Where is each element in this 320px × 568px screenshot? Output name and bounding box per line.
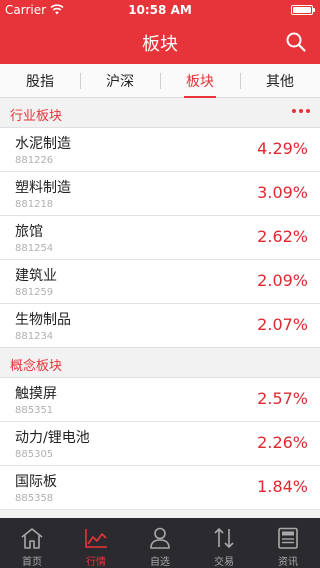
tab-bar-watchlist[interactable]: 自选 [128,518,192,568]
list-item[interactable]: 塑料制造 881218 3.09% [0,172,320,216]
page-title: 板块 [142,34,178,55]
tab-bar-market[interactable]: 行情 [64,518,128,568]
sector-name: 国际板 [15,474,57,490]
sector-name: 触摸屏 [15,386,57,402]
tab-bar-label: 行情 [86,557,106,568]
market-chart-icon [85,529,107,548]
list-item[interactable]: 水泥制造 881226 4.29% [0,128,320,172]
sector-change: 2.26% [257,433,308,452]
sector-code: 885351 [15,405,54,416]
list-item[interactable]: 建筑业 881259 2.09% [0,260,320,304]
sector-code: 881234 [15,331,54,342]
section-header-industry: 行业板块 [0,98,320,128]
sector-change: 3.09% [257,183,308,202]
tab-bar-label: 自选 [150,557,170,568]
sector-change: 1.84% [257,477,308,496]
list-item[interactable]: 动力/锂电池 885305 2.26% [0,422,320,466]
tab-bar-label: 首页 [22,557,42,568]
sector-name: 生物制品 [15,312,71,328]
sector-name: 旅馆 [15,224,43,240]
list-item[interactable]: 生物制品 881234 2.07% [0,304,320,348]
trade-arrows-icon [214,528,234,548]
bottom-tab-bar: 首页 行情 自选 交易 资讯 [0,518,320,568]
section-title: 行业板块 [10,109,63,124]
list-item[interactable]: 旅馆 881254 2.62% [0,216,320,260]
sector-code: 881218 [15,199,54,210]
search-icon[interactable] [284,30,308,54]
tab-sectors[interactable]: 板块 [160,64,240,98]
more-icon[interactable] [292,109,310,115]
tab-shanghai-shenzhen[interactable]: 沪深 [80,64,160,97]
sector-change: 2.07% [257,315,308,334]
sector-change: 2.57% [257,389,308,408]
list-item[interactable]: 国际板 885358 1.84% [0,466,320,510]
sector-change: 2.09% [257,271,308,290]
sector-code: 885358 [15,493,54,504]
sector-code: 881254 [15,243,54,254]
sector-change: 2.62% [257,227,308,246]
tab-stock-index[interactable]: 股指 [0,64,80,97]
battery-icon [291,5,315,15]
nav-bar: 板块 [0,20,320,64]
list-item[interactable]: 触摸屏 885351 2.57% [0,378,320,422]
sector-code: 881226 [15,155,54,166]
status-time: 10:58 AM [128,3,192,17]
person-icon [150,527,170,549]
sector-change: 4.29% [257,139,308,158]
segment-tabs: 股指 沪深 板块 其他 [0,64,320,98]
status-bar: Carrier 10:58 AM [0,0,320,20]
section-title: 概念板块 [10,359,63,374]
sector-name: 建筑业 [15,268,57,284]
sector-name: 塑料制造 [15,180,71,196]
sector-code: 881259 [15,287,54,298]
tab-bar-home[interactable]: 首页 [0,518,64,568]
sector-code: 885305 [15,449,54,460]
home-icon [21,528,43,549]
tab-bar-news[interactable]: 资讯 [256,518,320,568]
sector-name: 动力/锂电池 [15,430,90,446]
section-header-concept: 概念板块 [0,348,320,378]
tab-bar-label: 资讯 [278,557,298,568]
sector-name: 水泥制造 [15,136,71,152]
tab-other[interactable]: 其他 [240,64,320,97]
tab-bar-trade[interactable]: 交易 [192,518,256,568]
tab-bar-label: 交易 [214,557,234,568]
news-icon [278,527,298,549]
